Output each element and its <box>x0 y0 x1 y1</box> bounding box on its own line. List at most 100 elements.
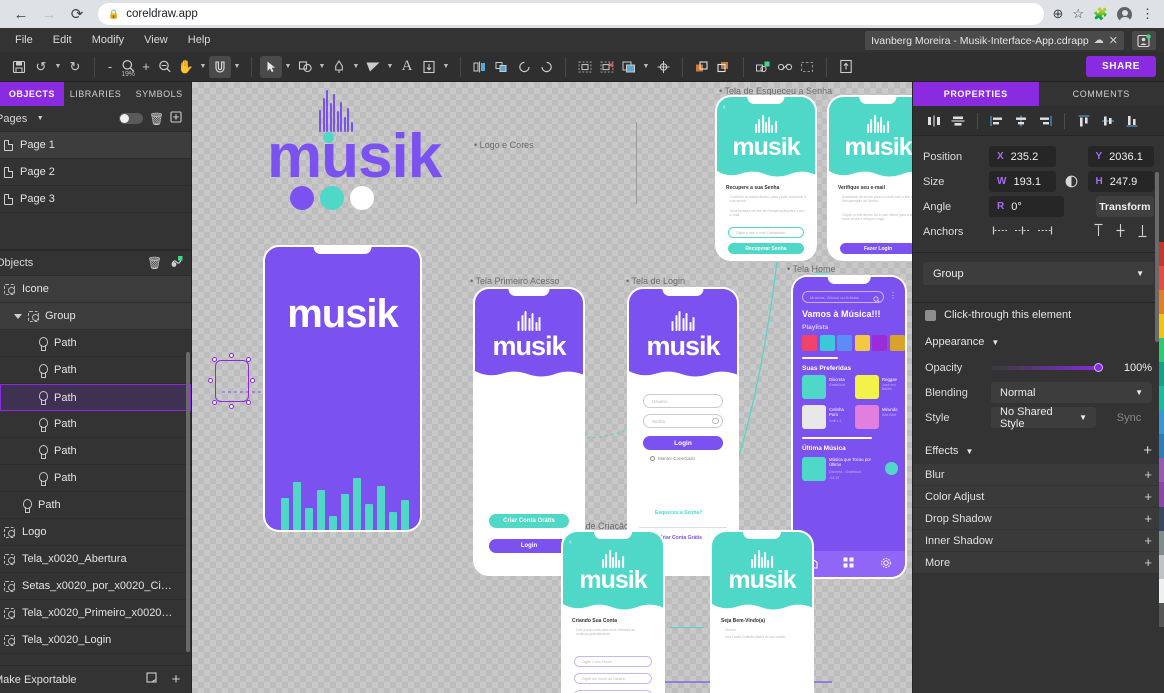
effect-more-row[interactable]: More + <box>913 552 1164 573</box>
last-track-cover[interactable] <box>802 457 826 481</box>
anchor-middle-icon[interactable] <box>1115 223 1126 241</box>
page-row-1[interactable]: Page 1 <box>0 132 191 159</box>
menu-file[interactable]: File <box>6 31 42 49</box>
align-center-horizontal-icon[interactable] <box>1010 110 1032 132</box>
import-icon[interactable] <box>418 56 440 78</box>
list-item[interactable]: Tela_x0020_Login <box>0 627 191 654</box>
puzzle-icon[interactable]: 🧩 <box>1093 7 1108 21</box>
list-item[interactable]: Path <box>0 438 191 465</box>
list-item[interactable]: Icone <box>0 276 191 303</box>
grid-icon[interactable] <box>843 557 854 571</box>
user-presence-icon[interactable] <box>1132 31 1156 50</box>
document-tab[interactable]: Ivanberg Moreira - Musik-Interface-App.c… <box>865 31 1124 50</box>
selection-widget[interactable] <box>207 352 257 410</box>
favorite-cover[interactable] <box>802 375 826 399</box>
playlist-card[interactable] <box>802 335 817 351</box>
back-arrow-icon[interactable]: ← <box>8 2 34 26</box>
link-aspect-icon[interactable] <box>1064 175 1080 188</box>
bring-forward-icon[interactable] <box>691 56 713 78</box>
link-criar-conta-gratis[interactable]: Criar Conta Grátis <box>659 535 702 541</box>
blending-select[interactable]: Normal ▼ <box>991 382 1152 403</box>
position-y-input[interactable]: Y 2036.1 <box>1088 146 1155 167</box>
style-select[interactable]: No Shared Style ▼ <box>991 407 1096 428</box>
anchor-top-icon[interactable] <box>1093 223 1104 241</box>
field-email-cadastrado[interactable]: Digite o seu e-mail Cadastrado <box>728 227 804 238</box>
field-usuario[interactable]: Digite um nome de Usuário <box>574 673 652 684</box>
align-icon[interactable] <box>652 56 674 78</box>
playlist-card[interactable] <box>872 335 887 351</box>
list-item[interactable]: Path <box>0 492 191 519</box>
redo-icon[interactable]: ↻ <box>64 56 86 78</box>
anchor-bottom-icon[interactable] <box>1137 223 1148 241</box>
field-usuario[interactable]: Usuário <box>643 394 723 408</box>
screen-esqueceu-senha[interactable]: ‹ musik Recupere a sua Senha Confirme os… <box>717 97 815 259</box>
size-w-input[interactable]: W 193.1 <box>989 171 1056 192</box>
angle-input[interactable]: R 0° <box>989 196 1064 217</box>
field-senha[interactable]: Senha <box>643 414 723 428</box>
add-effect-icon[interactable]: + <box>1143 446 1152 456</box>
list-item-selected[interactable]: Path <box>0 384 191 411</box>
zoom-in-button[interactable]: + <box>139 56 153 78</box>
star-icon[interactable]: ☆ <box>1072 6 1084 22</box>
save-icon[interactable] <box>8 56 30 78</box>
visibility-toggle[interactable] <box>119 113 143 124</box>
plus-icon[interactable]: + <box>1144 467 1152 482</box>
menu-modify[interactable]: Modify <box>83 31 133 49</box>
opacity-slider-knob[interactable] <box>1094 363 1103 372</box>
playlist-row[interactable] <box>802 335 905 351</box>
fill-caret-icon[interactable]: ▼ <box>384 63 396 70</box>
plus-icon[interactable]: + <box>169 671 183 688</box>
plus-icon[interactable]: + <box>1144 489 1152 504</box>
chevron-down-icon[interactable]: ▼ <box>965 447 973 456</box>
text-icon[interactable]: A <box>396 56 418 78</box>
search-icon[interactable] <box>873 294 880 306</box>
plus-icon[interactable]: + <box>1144 533 1152 548</box>
address-bar[interactable]: 🔒 coreldraw.app <box>98 3 1044 25</box>
snap-magnet-icon[interactable] <box>209 56 231 78</box>
effects-section-header[interactable]: Effects ▼ + <box>913 438 1164 464</box>
tab-symbols[interactable]: SYMBOLS <box>127 82 191 106</box>
align-right-icon[interactable] <box>1034 110 1056 132</box>
design-canvas[interactable]: Logo e Cores Tela de Esqueceu a Senha Te… <box>192 82 912 693</box>
tab-properties[interactable]: PROPERTIES <box>913 82 1039 106</box>
menu-help[interactable]: Help <box>179 31 220 49</box>
pen-caret-icon[interactable]: ▼ <box>350 63 362 70</box>
home-search-input[interactable]: Músicas, Álbuns ou Artistas <box>802 291 884 303</box>
playlist-card[interactable] <box>890 335 905 351</box>
boolean-icon[interactable] <box>491 56 513 78</box>
screen-criacao-conta[interactable]: ‹ musik Criando Sua Conta Crie a sua con… <box>563 532 663 693</box>
anchor-left-icon[interactable] <box>992 225 1009 239</box>
kebab-menu-icon[interactable]: ⋮ <box>889 293 897 299</box>
hand-pan-icon[interactable]: ✋ <box>175 56 197 78</box>
logo-artwork[interactable]: musik <box>267 90 447 210</box>
menu-edit[interactable]: Edit <box>44 31 81 49</box>
kebab-menu-icon[interactable]: ⋮ <box>1141 10 1154 18</box>
fill-icon[interactable] <box>362 56 384 78</box>
import-caret-icon[interactable]: ▼ <box>440 63 452 70</box>
list-item[interactable]: Group <box>0 303 191 330</box>
object-list-scrollbar[interactable] <box>186 352 190 652</box>
trash-icon[interactable]: 🗑 <box>149 112 163 126</box>
group-icon[interactable] <box>752 56 774 78</box>
opacity-slider[interactable] <box>991 366 1102 370</box>
effect-inner-shadow-row[interactable]: Inner Shadow + <box>913 530 1164 551</box>
rotate-cw-icon[interactable] <box>535 56 557 78</box>
share-button[interactable]: SHARE <box>1086 56 1156 77</box>
favorite-cover[interactable] <box>855 375 879 399</box>
align-left-icon[interactable] <box>986 110 1008 132</box>
ungroup-icon[interactable] <box>774 56 796 78</box>
tab-libraries[interactable]: LIBRARIES <box>64 82 128 106</box>
chevron-down-icon[interactable]: ▼ <box>991 338 999 347</box>
chevron-down-icon[interactable] <box>14 314 22 319</box>
size-h-input[interactable]: H 247.9 <box>1088 171 1155 192</box>
mask-icon[interactable] <box>469 56 491 78</box>
anchor-center-horizontal-icon[interactable] <box>1014 225 1031 239</box>
pointer-select-icon[interactable] <box>260 56 282 78</box>
select-all-icon[interactable] <box>574 56 596 78</box>
align-middle-vertical-icon[interactable] <box>1097 110 1119 132</box>
duplicate-caret-icon[interactable]: ▼ <box>640 63 652 70</box>
pointer-caret-icon[interactable]: ▼ <box>282 63 294 70</box>
btn-login[interactable]: Login <box>489 539 569 553</box>
right-panel-scrollbar[interactable] <box>1155 172 1159 342</box>
page-row-3[interactable]: Page 3 <box>0 186 191 213</box>
